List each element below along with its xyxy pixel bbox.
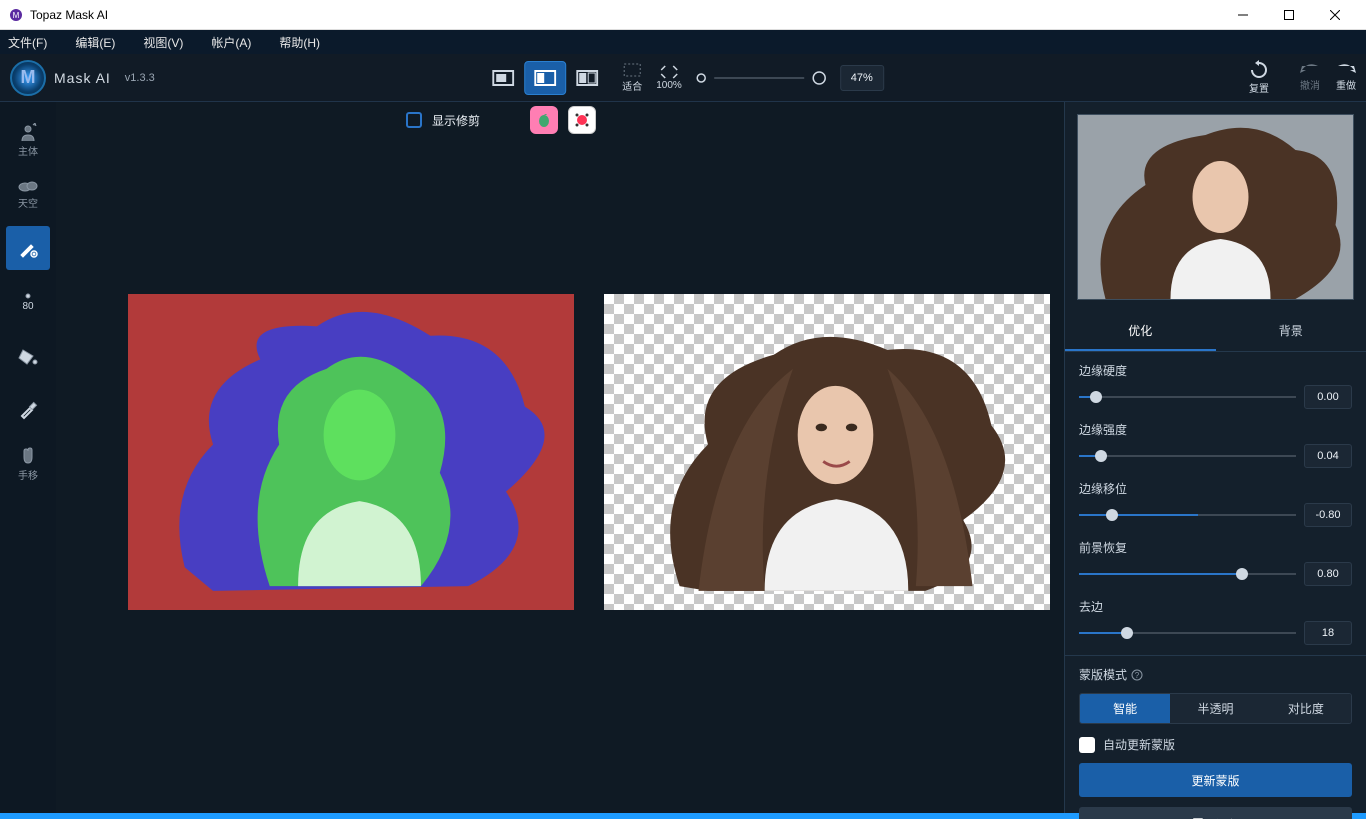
slider-track[interactable] — [1079, 514, 1296, 516]
tab-refine[interactable]: 优化 — [1065, 312, 1216, 351]
zoom-slider[interactable] — [696, 71, 826, 85]
brand-logo: M — [10, 60, 46, 96]
slider-track[interactable] — [1079, 632, 1296, 634]
maximize-button[interactable] — [1266, 1, 1312, 29]
canvas-control-strip: 显示修剪 — [406, 104, 596, 136]
undo-button[interactable]: 撤消 — [1300, 63, 1320, 92]
overlay-pink-chip[interactable] — [530, 106, 558, 134]
tool-brush[interactable] — [6, 226, 50, 270]
side-panel: 优化 背景 边缘硬度 0.00 边缘强度 0.04 边缘移位 — [1064, 102, 1366, 813]
slider-track[interactable] — [1079, 455, 1296, 457]
zoom-100-button[interactable]: 100% — [656, 65, 682, 91]
slider-edge-hardness: 边缘硬度 0.00 — [1079, 362, 1352, 409]
brush-size[interactable]: 80 — [6, 280, 50, 324]
menu-view[interactable]: 视图(V) — [143, 34, 183, 51]
thumbnail-preview[interactable] — [1077, 114, 1354, 300]
auto-update-checkbox[interactable] — [1079, 737, 1095, 753]
tool-hand[interactable]: 手移 — [6, 442, 50, 486]
slider-value[interactable]: 0.80 — [1304, 562, 1352, 586]
update-mask-button[interactable]: 更新蒙版 — [1079, 763, 1352, 797]
slider-group: 边缘硬度 0.00 边缘强度 0.04 边缘移位 -0.80 — [1065, 352, 1366, 655]
window-titlebar: M Topaz Mask AI — [0, 0, 1366, 30]
brand-name: Mask AI — [54, 70, 111, 86]
show-trim-label: 显示修剪 — [432, 112, 480, 129]
svg-text:M: M — [13, 11, 20, 20]
tool-picker[interactable] — [6, 388, 50, 432]
overlay-white-chip[interactable] — [568, 106, 596, 134]
slider-defringe: 去边 18 — [1079, 598, 1352, 645]
left-toolbar: 主体 天空 80 手移 — [0, 102, 56, 813]
close-button[interactable] — [1312, 1, 1358, 29]
menu-bar: 文件(F) 编辑(E) 视图(V) 帐户(A) 帮助(H) — [0, 30, 1366, 54]
mode-contrast[interactable]: 对比度 — [1261, 694, 1351, 723]
circle-icon — [812, 71, 826, 85]
canvas-area: 显示修剪 — [56, 102, 1064, 813]
mask-mode-title: 蒙版模式 — [1079, 666, 1127, 683]
preview-left[interactable] — [128, 294, 574, 610]
slider-value[interactable]: 0.00 — [1304, 385, 1352, 409]
slider-edge-shift: 边缘移位 -0.80 — [1079, 480, 1352, 527]
show-trim-checkbox[interactable] — [406, 112, 422, 128]
save-button[interactable]: 保存 — [1079, 807, 1352, 819]
view-single-button[interactable] — [482, 61, 524, 95]
menu-file[interactable]: 文件(F) — [8, 34, 47, 51]
redo-button[interactable]: 重做 — [1336, 63, 1356, 92]
help-icon[interactable]: ? — [1131, 669, 1143, 681]
slider-track[interactable] — [1079, 573, 1296, 575]
brand: M Mask AI v1.3.3 — [10, 60, 155, 96]
slider-track[interactable] — [1079, 396, 1296, 398]
tool-fill[interactable] — [6, 334, 50, 378]
side-tabs: 优化 背景 — [1065, 312, 1366, 352]
app-toolbar: M Mask AI v1.3.3 适合 100% — [0, 54, 1366, 102]
window-title: Topaz Mask AI — [30, 8, 108, 22]
brand-version: v1.3.3 — [125, 72, 155, 84]
mask-mode-options: 智能 半透明 对比度 — [1079, 693, 1352, 724]
slider-value[interactable]: 18 — [1304, 621, 1352, 645]
slider-value[interactable]: -0.80 — [1304, 503, 1352, 527]
circle-icon — [696, 73, 706, 83]
tool-subject[interactable]: 主体 — [6, 118, 50, 162]
slider-value[interactable]: 0.04 — [1304, 444, 1352, 468]
view-side-button[interactable] — [566, 61, 608, 95]
mode-translucent[interactable]: 半透明 — [1170, 694, 1260, 723]
mask-mode-section: 蒙版模式 ? 智能 半透明 对比度 自动更新蒙版 更新蒙版 保存 — [1065, 655, 1366, 819]
zoom-value[interactable]: 47% — [840, 65, 884, 91]
fit-button[interactable]: 适合 — [622, 63, 642, 93]
preview-right[interactable] — [604, 294, 1050, 610]
menu-edit[interactable]: 编辑(E) — [75, 34, 115, 51]
tool-sky[interactable]: 天空 — [6, 172, 50, 216]
menu-account[interactable]: 帐户(A) — [211, 34, 251, 51]
tab-background[interactable]: 背景 — [1216, 312, 1366, 351]
svg-text:?: ? — [1135, 671, 1140, 680]
auto-update-label: 自动更新蒙版 — [1103, 736, 1175, 753]
menu-help[interactable]: 帮助(H) — [279, 34, 320, 51]
view-split-button[interactable] — [524, 61, 566, 95]
reset-button[interactable]: 复置 — [1248, 60, 1270, 95]
mode-smart[interactable]: 智能 — [1080, 694, 1170, 723]
slider-fg-recover: 前景恢复 0.80 — [1079, 539, 1352, 586]
app-icon: M — [8, 7, 24, 23]
slider-edge-strength: 边缘强度 0.04 — [1079, 421, 1352, 468]
view-controls: 适合 100% 47% — [482, 61, 884, 95]
minimize-button[interactable] — [1220, 1, 1266, 29]
